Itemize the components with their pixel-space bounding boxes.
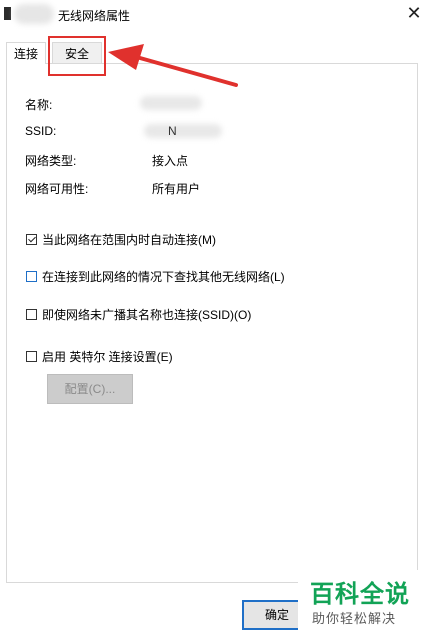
- option-label: 即使网络未广播其名称也连接(SSID)(O): [42, 307, 252, 322]
- property-label-name: 名称:: [25, 98, 53, 112]
- annotation-arrow-icon: [108, 44, 238, 87]
- name-blurred-value: [140, 96, 202, 110]
- window-icon: [4, 7, 11, 20]
- title-blurred-text: [14, 4, 54, 24]
- option-intel-connection[interactable]: 启用 英特尔 连接设置(E): [26, 348, 173, 364]
- annotation-highlight-box: [48, 36, 106, 76]
- intel-connection-checkbox[interactable]: [26, 350, 37, 362]
- property-value-network-type: 接入点: [152, 154, 189, 168]
- ssid-blurred-value: [144, 124, 222, 138]
- tab-panel-connection: [6, 63, 418, 583]
- close-icon[interactable]: ✕: [402, 4, 426, 24]
- watermark-title: 百科全说: [310, 580, 410, 608]
- auto-connect-checkbox[interactable]: [26, 233, 37, 245]
- tab-connection[interactable]: 连接: [6, 42, 46, 64]
- property-label-ssid: SSID:: [25, 124, 57, 138]
- connect-hidden-checkbox[interactable]: [26, 308, 37, 320]
- option-auto-connect[interactable]: 当此网络在范围内时自动连接(M): [26, 231, 216, 247]
- property-value-availability: 所有用户: [152, 182, 201, 196]
- watermark: 百科全说 助你轻松解决: [298, 570, 428, 634]
- look-for-other-networks-checkbox[interactable]: [26, 270, 37, 282]
- ssid-value: N: [168, 124, 177, 138]
- option-label: 在连接到此网络的情况下查找其他无线网络(L): [42, 269, 285, 284]
- option-label: 当此网络在范围内时自动连接(M): [42, 232, 216, 247]
- option-label: 启用 英特尔 连接设置(E): [42, 349, 173, 364]
- option-connect-hidden[interactable]: 即使网络未广播其名称也连接(SSID)(O): [26, 306, 251, 322]
- configure-button[interactable]: 配置(C)...: [47, 374, 133, 404]
- title-bar: 无线网络属性 ✕: [0, 0, 431, 32]
- property-label-availability: 网络可用性:: [25, 182, 89, 196]
- watermark-subtitle: 助你轻松解决: [312, 612, 397, 627]
- window-title: 无线网络属性: [58, 9, 131, 23]
- option-look-for-other-networks[interactable]: 在连接到此网络的情况下查找其他无线网络(L): [26, 268, 285, 284]
- property-label-network-type: 网络类型:: [25, 154, 77, 168]
